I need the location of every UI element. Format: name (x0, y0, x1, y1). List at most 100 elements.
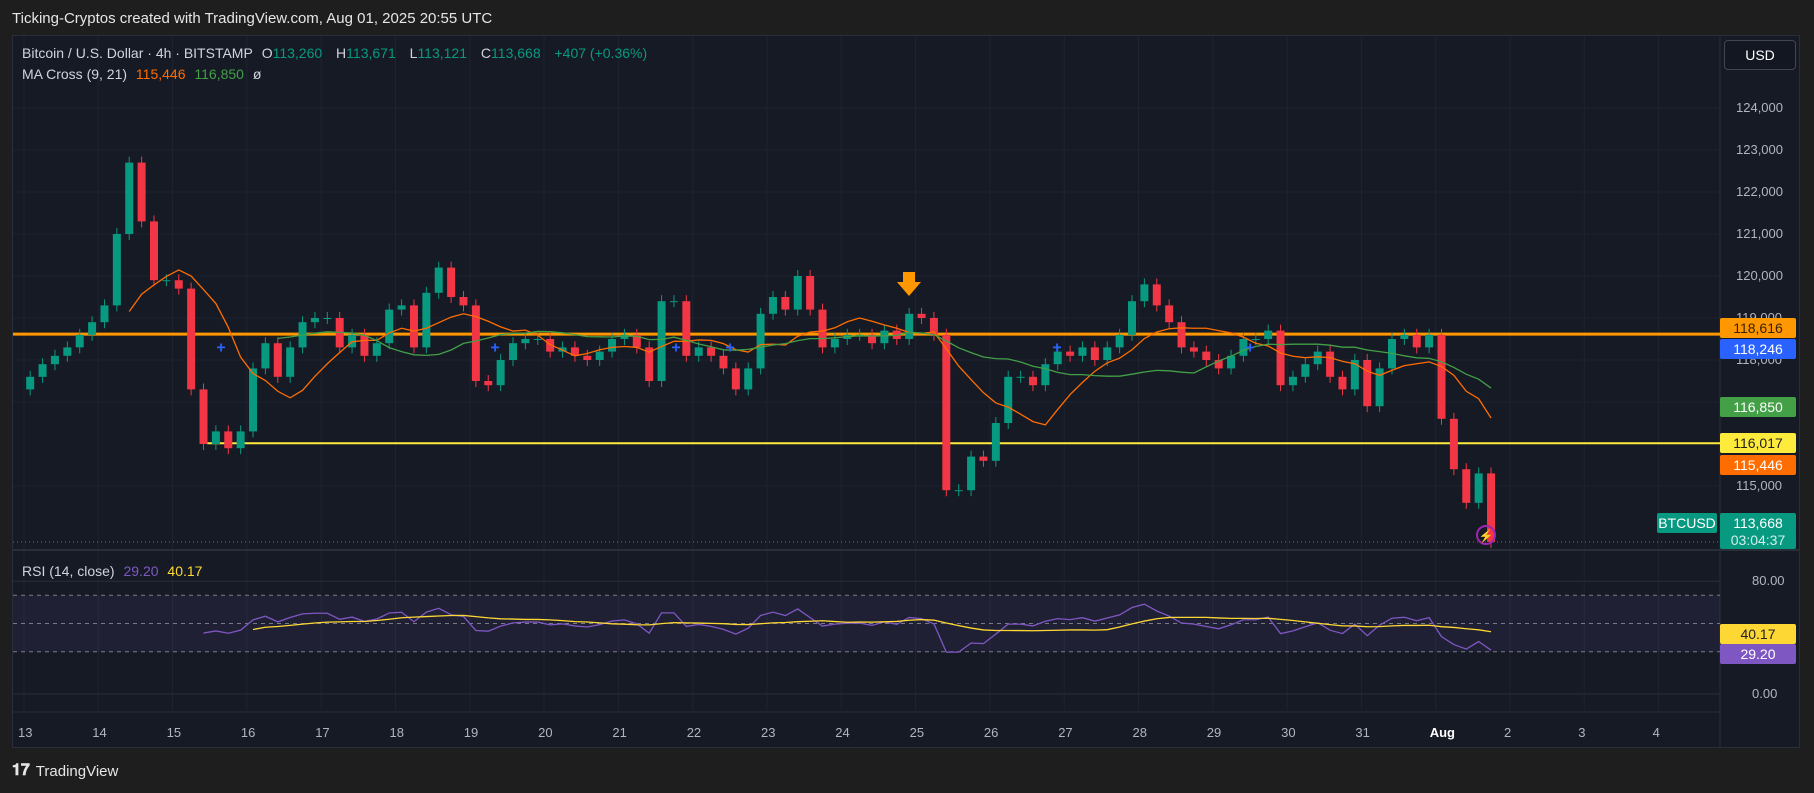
candle-body (1066, 351, 1075, 356)
date-axis-label: 23 (761, 725, 776, 740)
open-label: O (261, 45, 273, 61)
high-label: H (336, 45, 347, 61)
candle-body (682, 301, 691, 356)
cross-signal-icon: + (216, 339, 225, 356)
high-value: 113,671 (346, 45, 396, 61)
ma-extra: ø (252, 66, 262, 82)
currency-button[interactable]: USD (1724, 40, 1796, 70)
lightning-glyph: ⚡ (1479, 529, 1494, 543)
candle-body (1474, 473, 1483, 503)
candle-body (595, 351, 604, 360)
date-axis-label: 17 (315, 725, 330, 740)
candle-body (100, 305, 109, 323)
candle-body (63, 347, 72, 356)
date-axis-label: 2 (1504, 725, 1512, 740)
candle-body (917, 313, 926, 318)
candle-body (1264, 330, 1273, 339)
candle-body (719, 355, 728, 369)
candle-body (1128, 301, 1137, 335)
resistance-price-badge: 118,616 (1720, 318, 1796, 338)
date-axis-label: 16 (240, 725, 256, 740)
price-axis-label: 122,000 (1736, 184, 1783, 199)
candle-body (50, 355, 59, 365)
candle-body (1449, 418, 1458, 470)
symbol-name: Bitcoin / U.S. Dollar · 4h · BITSTAMP (22, 45, 253, 61)
candle-body (744, 368, 753, 390)
cross-signal-icon: + (1052, 339, 1061, 356)
candle-body (38, 364, 47, 377)
candle-body (1016, 376, 1025, 378)
candle-body (1338, 376, 1347, 390)
candle-body (26, 376, 35, 390)
change-value: +407 (+0.36%) (554, 45, 648, 61)
candle-body (1412, 334, 1421, 348)
candle-body (422, 292, 431, 348)
candle-body (1165, 305, 1174, 323)
ma-slow-value: 116,850 (194, 66, 244, 82)
ma-label: MA Cross (9, 21) (22, 66, 128, 82)
date-axis-label: 18 (389, 725, 404, 740)
rsi-legend[interactable]: RSI (14, close) 29.20 40.17 (22, 563, 207, 579)
candle-body (806, 276, 815, 310)
candle-body (731, 368, 740, 390)
candle-body (979, 456, 988, 461)
ma-legend[interactable]: MA Cross (9, 21) 115,446 116,850 ø (22, 66, 266, 82)
date-axis-label: 24 (835, 725, 850, 740)
candle-body (1313, 351, 1322, 365)
candle-body (323, 318, 332, 319)
date-axis-label: 22 (686, 725, 702, 740)
cross-signal-icon: + (490, 339, 499, 356)
last-price-badge: 113,668 (1720, 513, 1796, 533)
close-value: 113,668 (491, 45, 541, 61)
candle-body (459, 297, 468, 306)
open-value: 113,260 (272, 45, 323, 61)
candle-body (211, 431, 220, 444)
candle-body (1276, 330, 1285, 386)
date-axis-label: 28 (1132, 725, 1147, 740)
candle-body (149, 221, 158, 281)
date-axis-label: 29 (1206, 725, 1222, 740)
candle-body (75, 334, 84, 348)
price-chart[interactable]: + + + + + + ⚡ (0, 0, 1814, 793)
date-axis-label: 15 (166, 725, 182, 740)
rsi-badge: 29.20 (1720, 644, 1796, 664)
candle-body (1028, 376, 1037, 386)
blue-marker-price-badge: 118,246 (1720, 339, 1796, 359)
candle-body (174, 280, 183, 289)
close-label: C (480, 45, 492, 61)
candle-body (1090, 347, 1099, 360)
candle-body (967, 456, 976, 491)
price-axis-label: 121,000 (1736, 226, 1783, 241)
candle-body (273, 343, 282, 377)
price-axis-label: 123,000 (1736, 142, 1783, 157)
candle-body (1301, 364, 1310, 377)
date-axis-label: 4 (1652, 725, 1660, 740)
ma-slow-price-badge: 116,850 (1720, 397, 1796, 417)
tradingview-logo-icon: 𝟏𝟕 (12, 762, 30, 779)
candle-body (496, 360, 505, 386)
candle-body (434, 267, 443, 293)
rsi-axis-label: 0.00 (1752, 686, 1778, 701)
candle-body (830, 339, 839, 348)
price-axis-label: 120,000 (1736, 268, 1783, 283)
candle-body (224, 431, 233, 449)
candle-body (657, 301, 666, 381)
candle-body (905, 313, 914, 339)
support-price-badge: 116,017 (1720, 433, 1796, 453)
candle-body (199, 389, 208, 444)
candle-body (533, 339, 542, 340)
candle-body (1004, 376, 1013, 423)
candle-body (509, 343, 518, 360)
countdown-badge: 03:04:37 (1720, 531, 1796, 549)
date-axis-label: 14 (92, 725, 107, 740)
rsi-label: RSI (14, close) (22, 563, 115, 579)
candle-body (1202, 351, 1211, 360)
candle-body (1152, 284, 1161, 306)
date-axis-label: 31 (1355, 725, 1370, 740)
cross-signal-icon: + (671, 339, 680, 356)
date-axis-label: 25 (909, 725, 925, 740)
cross-signal-icon: + (725, 339, 734, 356)
candle-body (954, 490, 963, 492)
tradingview-logo[interactable]: 𝟏𝟕 TradingView (12, 762, 118, 780)
candle-body (781, 297, 790, 310)
